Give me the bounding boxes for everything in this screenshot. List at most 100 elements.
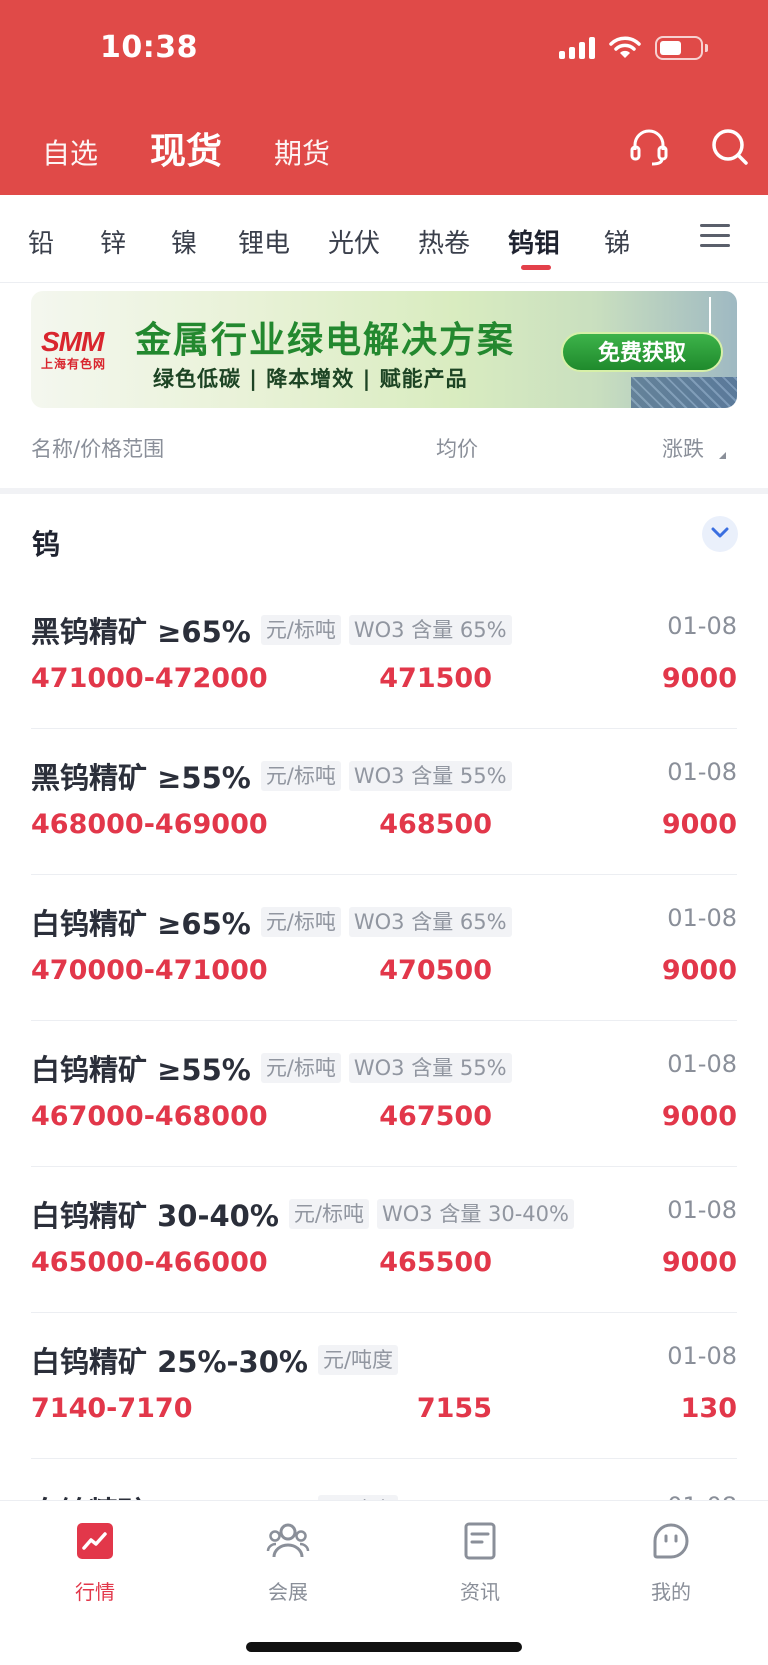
category-tabs: 铅 锌 镍 锂电 光伏 热卷 钨钼 锑 bbox=[0, 195, 768, 283]
column-change[interactable]: 涨跌 bbox=[662, 433, 704, 463]
nav-market-label: 行情 bbox=[75, 1580, 115, 1604]
news-icon bbox=[464, 1522, 496, 1560]
search-icon[interactable] bbox=[709, 126, 751, 168]
category-tab-nickel[interactable]: 镍 bbox=[171, 223, 197, 260]
product-name: 白钨精矿 ≥65% bbox=[31, 907, 251, 941]
tab-futures[interactable]: 期货 bbox=[274, 132, 330, 172]
home-indicator bbox=[246, 1642, 522, 1652]
nav-market[interactable]: 行情 bbox=[40, 1519, 150, 1605]
section-title: 钨 bbox=[32, 528, 61, 561]
market-type-tabs: 自选 现货 期货 bbox=[42, 122, 330, 174]
price-change: 9000 bbox=[661, 1247, 737, 1278]
price-date: 01-08 bbox=[667, 904, 737, 932]
wifi-icon bbox=[609, 36, 641, 58]
sort-icon[interactable] bbox=[719, 452, 726, 459]
average-price: 465500 bbox=[379, 1247, 492, 1278]
price-change: 9000 bbox=[661, 1101, 737, 1132]
column-name-range: 名称/价格范围 bbox=[31, 437, 165, 461]
price-range: 468000-469000 bbox=[31, 809, 268, 840]
category-menu-icon[interactable] bbox=[700, 224, 730, 250]
spec-tag: WO3 含量 30-40% bbox=[376, 1199, 574, 1229]
category-tab-photovoltaic[interactable]: 光伏 bbox=[328, 223, 380, 260]
product-name: 白钨精矿 30-40% bbox=[31, 1199, 279, 1233]
section-divider bbox=[0, 488, 768, 494]
banner-cta-button[interactable]: 免费获取 bbox=[561, 332, 723, 372]
price-row[interactable]: 白钨精矿 ≥65% 元/标吨 WO3 含量 65% 01-08 470000-4… bbox=[31, 875, 737, 1021]
tab-spot[interactable]: 现货 bbox=[150, 122, 222, 174]
battery-icon bbox=[655, 36, 708, 60]
spec-tag: WO3 含量 55% bbox=[348, 761, 512, 791]
unit-tag: 元/吨度 bbox=[317, 1345, 399, 1375]
price-range: 7140-7170 bbox=[31, 1393, 193, 1424]
cellular-signal-icon bbox=[559, 37, 595, 59]
spec-tag: WO3 含量 55% bbox=[348, 1053, 512, 1083]
average-price: 468500 bbox=[379, 809, 492, 840]
average-price: 467500 bbox=[379, 1101, 492, 1132]
profile-icon bbox=[653, 1523, 689, 1559]
price-range: 465000-466000 bbox=[31, 1247, 268, 1278]
nav-profile-label: 我的 bbox=[651, 1580, 691, 1604]
price-date: 01-08 bbox=[667, 1050, 737, 1078]
price-date: 01-08 bbox=[667, 1196, 737, 1224]
price-row[interactable]: 黑钨精矿 ≥55% 元/标吨 WO3 含量 55% 01-08 468000-4… bbox=[31, 729, 737, 875]
collapse-button[interactable] bbox=[702, 516, 738, 552]
banner-subtitle: 绿色低碳 | 降本增效 | 赋能产品 bbox=[153, 367, 468, 391]
column-average: 均价 bbox=[436, 437, 478, 461]
nav-news-label: 资讯 bbox=[460, 1580, 500, 1604]
product-name: 白钨精矿 25%-30% bbox=[31, 1345, 308, 1379]
price-range: 471000-472000 bbox=[31, 663, 268, 694]
chevron-down-icon bbox=[711, 527, 729, 538]
price-range: 470000-471000 bbox=[31, 955, 268, 986]
solar-panel-icon bbox=[631, 377, 737, 408]
smm-logo-text: SMM bbox=[41, 326, 104, 357]
average-price: 471500 bbox=[379, 663, 492, 694]
tab-watchlist[interactable]: 自选 bbox=[42, 132, 98, 172]
average-price: 7155 bbox=[416, 1393, 492, 1424]
spec-tag: WO3 含量 65% bbox=[348, 615, 512, 645]
promo-banner[interactable]: SMM 上海有色网 金属行业绿电解决方案 绿色低碳 | 降本增效 | 赋能产品 … bbox=[31, 291, 737, 408]
category-tab-hot-rolled[interactable]: 热卷 bbox=[418, 223, 470, 260]
price-row[interactable]: 白钨精矿 ≥55% 元/标吨 WO3 含量 55% 01-08 467000-4… bbox=[31, 1021, 737, 1167]
active-tab-indicator bbox=[521, 265, 551, 270]
spec-tag: WO3 含量 65% bbox=[348, 907, 512, 937]
status-icons bbox=[559, 36, 708, 60]
market-chart-icon bbox=[77, 1523, 113, 1559]
price-date: 01-08 bbox=[667, 758, 737, 786]
price-list: 黑钨精矿 ≥65% 元/标吨 WO3 含量 65% 01-08 471000-4… bbox=[31, 583, 737, 1519]
price-row[interactable]: 白钨精矿 30-40% 元/标吨 WO3 含量 30-40% 01-08 465… bbox=[31, 1167, 737, 1313]
nav-exhibition-label: 会展 bbox=[268, 1580, 308, 1604]
unit-tag: 元/标吨 bbox=[260, 1053, 341, 1083]
price-row[interactable]: 黑钨精矿 ≥65% 元/标吨 WO3 含量 65% 01-08 471000-4… bbox=[31, 583, 737, 729]
price-change: 130 bbox=[680, 1393, 737, 1424]
price-range: 467000-468000 bbox=[31, 1101, 268, 1132]
nav-profile[interactable]: 我的 bbox=[616, 1519, 726, 1605]
category-tab-tungsten-molybdenum[interactable]: 钨钼 bbox=[508, 223, 560, 260]
app-header: 10:38 自选 现货 期货 bbox=[0, 0, 768, 195]
category-tab-lead[interactable]: 铅 bbox=[28, 223, 54, 260]
product-name: 黑钨精矿 ≥55% bbox=[31, 761, 251, 795]
price-date: 01-08 bbox=[667, 612, 737, 640]
average-price: 470500 bbox=[379, 955, 492, 986]
unit-tag: 元/标吨 bbox=[288, 1199, 369, 1229]
category-tab-zinc[interactable]: 锌 bbox=[100, 223, 126, 260]
price-date: 01-08 bbox=[667, 1342, 737, 1370]
nav-exhibition[interactable]: 会展 bbox=[233, 1519, 343, 1605]
list-header: 名称/价格范围 均价 涨跌 bbox=[0, 420, 768, 482]
category-tab-lithium[interactable]: 锂电 bbox=[238, 223, 290, 260]
banner-title: 金属行业绿电解决方案 bbox=[135, 320, 516, 361]
unit-tag: 元/标吨 bbox=[260, 615, 341, 645]
status-time: 10:38 bbox=[100, 30, 198, 65]
price-change: 9000 bbox=[661, 809, 737, 840]
price-change: 9000 bbox=[661, 663, 737, 694]
product-name: 黑钨精矿 ≥65% bbox=[31, 615, 251, 649]
smm-logo-subtext: 上海有色网 bbox=[41, 357, 107, 371]
people-icon bbox=[266, 1523, 310, 1558]
bottom-navigation: 行情 会展 资讯 我的 bbox=[0, 1500, 768, 1665]
headset-icon[interactable] bbox=[628, 126, 670, 168]
category-tab-antimony[interactable]: 锑 bbox=[604, 223, 630, 260]
price-change: 9000 bbox=[661, 955, 737, 986]
smm-logo: SMM 上海有色网 bbox=[41, 326, 119, 373]
price-row[interactable]: 白钨精矿 25%-30% 元/吨度 01-08 7140-7170 7155 1… bbox=[31, 1313, 737, 1459]
nav-news[interactable]: 资讯 bbox=[425, 1519, 535, 1605]
unit-tag: 元/标吨 bbox=[260, 907, 341, 937]
